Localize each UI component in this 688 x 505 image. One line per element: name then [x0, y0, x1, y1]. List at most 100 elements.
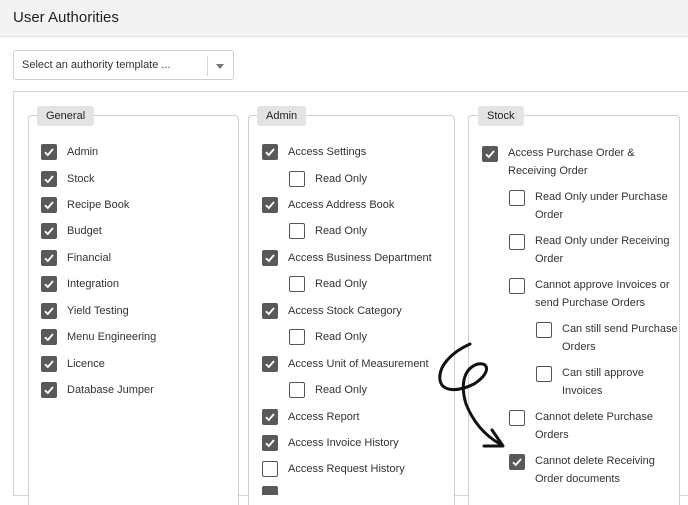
perm-label: Cannot delete Purchase Orders: [535, 411, 654, 441]
perm-can-send-purchase-orders[interactable]: Can still send Purchase Orders: [536, 321, 678, 356]
checkbox[interactable]: [41, 223, 57, 239]
perm-address-book-read-only[interactable]: Read Only: [289, 222, 367, 240]
checkbox[interactable]: [41, 171, 57, 187]
perm-general-licence[interactable]: Licence: [41, 355, 105, 373]
check-icon: [265, 307, 275, 316]
perm-access-invoice-history[interactable]: Access Invoice History: [262, 434, 399, 452]
check-icon: [44, 227, 54, 236]
checkbox[interactable]: [509, 454, 525, 470]
checkbox[interactable]: [41, 329, 57, 345]
checkbox-partial[interactable]: [262, 486, 278, 495]
authority-template-select[interactable]: Select an authority template ...: [13, 50, 234, 80]
chevron-down-icon[interactable]: [214, 60, 226, 72]
checkbox[interactable]: [262, 197, 278, 213]
perm-label: Recipe Book: [67, 199, 130, 211]
check-icon: [265, 439, 275, 448]
perm-cannot-delete-receiving-order[interactable]: Cannot delete Receiving Order documents: [509, 453, 674, 488]
perm-settings-read-only[interactable]: Read Only: [289, 170, 367, 188]
perm-unit-of-measurement-read-only[interactable]: Read Only: [289, 381, 367, 399]
checkbox[interactable]: [262, 144, 278, 160]
perm-label: Read Only: [315, 225, 367, 237]
perm-access-address-book[interactable]: Access Address Book: [262, 196, 394, 214]
checkbox[interactable]: [262, 435, 278, 451]
perm-general-integration[interactable]: Integration: [41, 275, 119, 293]
perm-label: Read Only: [315, 278, 367, 290]
check-icon: [44, 333, 54, 342]
perm-label: Read Only: [315, 173, 367, 185]
checkbox[interactable]: [262, 303, 278, 319]
check-icon: [265, 148, 275, 157]
check-icon: [44, 254, 54, 263]
perm-access-purchase-order[interactable]: Access Purchase Order & Receiving Order: [482, 145, 657, 180]
perm-stock-category-read-only[interactable]: Read Only: [289, 328, 367, 346]
perm-cannot-delete-purchase-orders[interactable]: Cannot delete Purchase Orders: [509, 409, 669, 444]
authority-template-placeholder: Select an authority template ...: [22, 59, 171, 71]
checkbox[interactable]: [262, 409, 278, 425]
check-icon: [44, 280, 54, 289]
perm-general-menu-engineering[interactable]: Menu Engineering: [41, 328, 156, 346]
perm-access-settings[interactable]: Access Settings: [262, 143, 366, 161]
checkbox[interactable]: [289, 171, 305, 187]
perm-general-admin[interactable]: Admin: [41, 143, 98, 161]
perm-label: Access Invoice History: [288, 437, 399, 449]
checkbox[interactable]: [41, 144, 57, 160]
checkbox[interactable]: [289, 223, 305, 239]
checkbox[interactable]: [536, 322, 552, 338]
check-icon: [265, 413, 275, 422]
checkbox[interactable]: [262, 250, 278, 266]
check-icon: [44, 148, 54, 157]
check-icon: [265, 201, 275, 210]
checkbox[interactable]: [41, 356, 57, 372]
perm-label: Admin: [67, 146, 99, 158]
perm-access-report[interactable]: Access Report: [262, 408, 360, 426]
perm-general-database-jumper[interactable]: Database Jumper: [41, 381, 154, 399]
perm-label: Financial: [67, 252, 112, 264]
perm-can-approve-invoices[interactable]: Can still approve Invoices: [536, 365, 654, 400]
perm-read-only-receiving-order[interactable]: Read Only under Receiving Order: [509, 233, 674, 268]
perm-access-business-department[interactable]: Access Business Department: [262, 249, 432, 267]
checkbox[interactable]: [509, 190, 525, 206]
perm-access-unit-of-measurement[interactable]: Access Unit of Measurement: [262, 355, 429, 373]
checkbox[interactable]: [289, 329, 305, 345]
checkbox[interactable]: [41, 197, 57, 213]
checkbox[interactable]: [509, 234, 525, 250]
checkbox[interactable]: [41, 303, 57, 319]
check-icon: [485, 150, 495, 159]
checkbox[interactable]: [41, 250, 57, 266]
checkbox[interactable]: [41, 276, 57, 292]
checkbox[interactable]: [509, 410, 525, 426]
perm-general-yield-testing[interactable]: Yield Testing: [41, 302, 129, 320]
perm-label: Access Unit of Measurement: [288, 358, 429, 370]
admin-legend: Admin: [257, 106, 307, 126]
perm-label: Access Report: [288, 411, 360, 423]
perm-label: Read Only: [315, 384, 367, 396]
perm-label: Integration: [67, 278, 119, 290]
checkbox[interactable]: [262, 356, 278, 372]
perm-label: Budget: [67, 225, 102, 237]
perm-label: Read Only under Receiving Order: [535, 235, 670, 265]
check-icon: [44, 386, 54, 395]
perm-access-request-history[interactable]: Access Request History: [262, 460, 405, 478]
checkbox[interactable]: [289, 382, 305, 398]
perm-business-department-read-only[interactable]: Read Only: [289, 275, 367, 293]
checkbox[interactable]: [262, 461, 278, 477]
perm-label: Access Stock Category: [288, 305, 402, 317]
perm-label: Cannot delete Receiving Order documents: [535, 455, 655, 485]
perm-general-financial[interactable]: Financial: [41, 249, 111, 267]
checkbox[interactable]: [482, 146, 498, 162]
perm-general-stock[interactable]: Stock: [41, 170, 95, 188]
check-icon: [44, 360, 54, 369]
perm-general-recipe-book[interactable]: Recipe Book: [41, 196, 129, 214]
perm-label: Access Business Department: [288, 252, 432, 264]
perm-access-stock-category[interactable]: Access Stock Category: [262, 302, 402, 320]
perm-label: Menu Engineering: [67, 331, 157, 343]
perm-read-only-purchase-order[interactable]: Read Only under Purchase Order: [509, 189, 674, 224]
perm-label: Database Jumper: [67, 384, 154, 396]
perm-general-budget[interactable]: Budget: [41, 222, 102, 240]
checkbox[interactable]: [289, 276, 305, 292]
check-icon: [44, 307, 54, 316]
checkbox[interactable]: [536, 366, 552, 382]
checkbox[interactable]: [41, 382, 57, 398]
checkbox[interactable]: [509, 278, 525, 294]
perm-cannot-approve-invoices[interactable]: Cannot approve Invoices or send Purchase…: [509, 277, 674, 312]
